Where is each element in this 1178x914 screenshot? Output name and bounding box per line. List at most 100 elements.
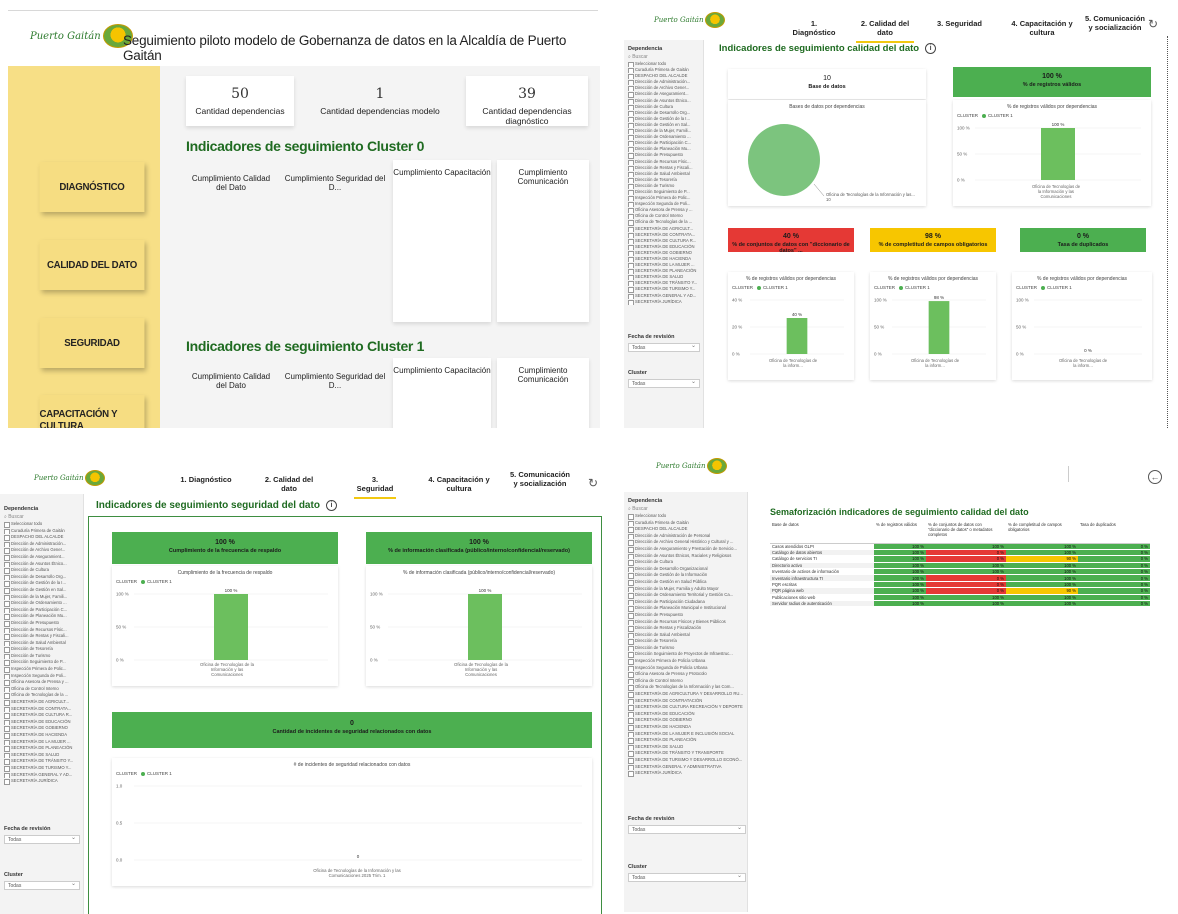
filter-list-item[interactable]: Dirección de Desarrollo Organizacional xyxy=(628,566,746,573)
nav-seguridad-button[interactable]: SEGURIDAD xyxy=(39,318,145,368)
filter-list-item[interactable]: SECRETARÍA DE LA MUJER E INCLUSIÓN SOCIA… xyxy=(628,731,746,738)
tab-comunicacion[interactable]: 5. Comunicación y socialización xyxy=(508,470,572,488)
filter-list-item[interactable]: Dirección de Cultura xyxy=(4,567,80,574)
column-header[interactable]: Tasa de duplicados xyxy=(1078,521,1150,544)
filter-list-item[interactable]: DESPACHO DEL ALCALDE xyxy=(4,534,80,541)
filter-search-input[interactable]: ⌕ Buscar xyxy=(628,54,648,60)
filter-list-item[interactable]: Oficina Asesora de Prensa y ... xyxy=(4,679,80,686)
filter-list-item[interactable]: Dirección de Presupuesto xyxy=(628,612,746,619)
info-icon[interactable]: i xyxy=(325,500,337,511)
filter-list-item[interactable]: Dirección Seguimiento de P... xyxy=(4,659,80,667)
filter-list-item[interactable]: SECRETARÍA JURÍDICA xyxy=(4,778,80,785)
filter-list-item[interactable]: Dirección de Tesorería xyxy=(4,646,80,653)
filter-list-item[interactable]: Dirección de Participación Ciudadana xyxy=(628,599,746,606)
filter-list-item[interactable]: Dirección Seguimiento de Proyectos de In… xyxy=(628,651,746,659)
filter-cluster-select[interactable]: Todas xyxy=(628,872,746,882)
filter-list-item[interactable]: Oficina Asesora de Prensa y Protocolo xyxy=(628,671,746,678)
filter-list-item[interactable]: Dirección de Asuntos Étnico... xyxy=(4,561,80,568)
tab-seguridad[interactable]: 3. Seguridad xyxy=(354,475,396,499)
filter-list-item[interactable]: SECRETARÍA DE TRÁNSITO Y TRANSPORTE xyxy=(628,750,746,757)
filter-fecha-select[interactable]: Todas xyxy=(628,342,700,352)
filter-list-item[interactable]: SECRETARÍA DE PLANEACIÓN xyxy=(4,745,80,752)
filter-list-item[interactable]: SECRETARÍA DE EDUCACIÓN xyxy=(628,711,746,718)
filter-list-item[interactable]: Dirección de Turismo xyxy=(4,653,80,660)
filter-list-item[interactable]: Dirección de Ordenamiento ... xyxy=(4,600,80,607)
filter-list-item[interactable]: Dirección de Gestión de la I... xyxy=(4,580,80,587)
filter-list-item[interactable]: SECRETARÍA DE AGRICULT... xyxy=(4,699,80,706)
refresh-icon[interactable]: ↻ xyxy=(588,476,598,490)
column-header[interactable]: % de completitud de campos obligatorios xyxy=(1006,521,1078,544)
filter-list-item[interactable]: Dirección de la Mujer, Famili... xyxy=(4,594,80,601)
filter-list-item[interactable]: Dirección de Aseguramient... xyxy=(4,554,80,561)
filter-list-item[interactable]: SECRETARÍA GENERAL Y AD... xyxy=(4,772,80,779)
tab-comunicacion[interactable]: 5. Comunicación y socialización xyxy=(1085,14,1145,32)
filter-list-item[interactable]: Inspección Primera de Policía Urbana xyxy=(628,658,746,665)
filter-list-item[interactable]: SECRETARÍA DE GOBIERNO xyxy=(628,717,746,724)
filter-cluster-select[interactable]: Todas xyxy=(4,880,80,890)
filter-list-item[interactable]: Dirección de Gestión en Salud Pública xyxy=(628,579,746,586)
filter-list-item[interactable]: Dirección de Rentas y Fiscalización xyxy=(628,625,746,632)
filter-list[interactable]: Seleccionar todo Curaduría Primera de Gai… xyxy=(628,513,746,777)
filter-list-item[interactable]: Dirección de Rentas y Fiscali... xyxy=(4,633,80,640)
filter-list-item[interactable]: Dirección de Tesorería xyxy=(628,638,746,645)
filter-list-item[interactable]: Dirección de Desarrollo Org... xyxy=(4,574,80,581)
filter-list-item[interactable]: Dirección de Administración de Personal xyxy=(628,533,746,540)
filter-list[interactable]: Seleccionar todo Curaduría Primera de Gai… xyxy=(4,521,80,785)
filter-list-item[interactable]: Dirección de Salud Ambiental xyxy=(628,632,746,639)
filter-list-item[interactable]: SECRETARÍA DE AGRICULTURA Y DESARROLLO R… xyxy=(628,691,746,698)
filter-list-item[interactable]: Dirección de Planeación Mu... xyxy=(4,613,80,620)
filter-list-item[interactable]: SECRETARÍA DE TRÁNSITO Y... xyxy=(4,758,80,765)
refresh-icon[interactable]: ↻ xyxy=(1148,17,1158,31)
filter-list-item[interactable]: SECRETARÍA DE GOBIERNO xyxy=(4,725,80,732)
back-arrow-icon[interactable]: ← xyxy=(1148,470,1162,484)
filter-list-item[interactable]: SECRETARÍA DE TURISMO Y... xyxy=(4,765,80,772)
filter-fecha-select[interactable]: Todas xyxy=(4,834,80,844)
filter-list-item[interactable]: Dirección de Administración... xyxy=(4,541,80,548)
filter-list-item[interactable]: SECRETARÍA JURÍDICA xyxy=(628,770,746,777)
nav-calidad-button[interactable]: CALIDAD DEL DATO xyxy=(39,240,145,290)
table-row[interactable]: Servidor radius de autenticación 100 % 100… xyxy=(770,600,1150,608)
filter-list-item[interactable]: Dirección de Cultura xyxy=(628,559,746,566)
filter-list-item[interactable]: Oficina de Control Interno xyxy=(4,686,80,693)
filter-list-item[interactable]: Dirección de Gestión de la Información xyxy=(628,572,746,579)
filter-list-item[interactable]: Seleccionar todo xyxy=(4,521,80,528)
tab-diagnostico[interactable]: 1. Diagnóstico xyxy=(178,475,234,484)
filter-list-item[interactable]: Oficina de Tecnologías de la Información… xyxy=(628,684,746,692)
filter-fecha-select[interactable]: Todas xyxy=(628,824,746,834)
filter-list-item[interactable]: Dirección de Archivo General Histórico y… xyxy=(628,539,746,546)
filter-list-item[interactable]: Dirección de Aseguramiento y Prestación … xyxy=(628,546,746,553)
filter-list[interactable]: Seleccionar todo Curaduría Primera de Gai… xyxy=(628,61,700,305)
filter-list-item[interactable]: SECRETARÍA JURÍDICA xyxy=(628,299,700,305)
filter-list-item[interactable]: Dirección de Recursos Físicos y Bienes P… xyxy=(628,619,746,626)
column-header[interactable]: % de registros válidos xyxy=(874,521,926,544)
filter-list-item[interactable]: SECRETARÍA DE SALUD xyxy=(628,744,746,751)
filter-cluster-select[interactable]: Todas xyxy=(628,378,700,388)
filter-list-item[interactable]: Dirección de Gestión en Sal... xyxy=(4,587,80,594)
filter-list-item[interactable]: Dirección de Planeación Municipal e Inst… xyxy=(628,605,746,612)
filter-list-item[interactable]: SECRETARÍA DE CULTURA R... xyxy=(4,712,80,719)
filter-list-item[interactable]: Inspección Segunda de Poli... xyxy=(4,673,80,680)
filter-list-item[interactable]: SECRETARÍA DE HACIENDA xyxy=(4,732,80,739)
filter-list-item[interactable]: Inspección Segunda de Policía Urbana xyxy=(628,665,746,672)
filter-list-item[interactable]: SECRETARÍA DE EDUCACIÓN xyxy=(4,719,80,726)
filter-list-item[interactable]: SECRETARÍA DE CULTURA RECREACIÓN Y DEPOR… xyxy=(628,704,746,711)
filter-list-item[interactable]: Dirección de Archivo Gener... xyxy=(4,547,80,554)
filter-list-item[interactable]: SECRETARÍA GENERAL Y ADMINISTRATIVA xyxy=(628,764,746,771)
tab-seguridad[interactable]: 3. Seguridad xyxy=(937,19,982,28)
filter-list-item[interactable]: SECRETARÍA DE SALUD xyxy=(4,752,80,759)
filter-list-item[interactable]: SECRETARÍA DE CONTRATA... xyxy=(4,706,80,713)
filter-list-item[interactable]: Dirección de Turismo xyxy=(628,645,746,652)
tab-calidad[interactable]: 2. Calidad del dato xyxy=(258,475,320,493)
filter-list-item[interactable]: Curaduría Primera de Gaitán xyxy=(4,528,80,535)
filter-list-item[interactable]: Dirección de Salud Ambiental xyxy=(4,640,80,647)
filter-list-item[interactable]: Dirección de Participación C... xyxy=(4,607,80,614)
filter-list-item[interactable]: Dirección de Asuntos Étnicos, Raciales y… xyxy=(628,553,746,560)
filter-search-input[interactable]: ⌕ Buscar xyxy=(628,506,648,512)
nav-diagnostico-button[interactable]: DIAGNÓSTICO xyxy=(39,162,145,212)
filter-search-input[interactable]: ⌕ Buscar xyxy=(4,514,24,520)
tab-calidad[interactable]: 2. Calidad del dato xyxy=(856,19,914,43)
tab-capacitacion[interactable]: 4. Capacitación y cultura xyxy=(1001,19,1083,37)
filter-list-item[interactable]: SECRETARÍA DE LA MUJER ... xyxy=(4,739,80,746)
filter-list-item[interactable]: Dirección de Recursos Físic... xyxy=(4,627,80,634)
filter-list-item[interactable]: Dirección de Presupuesto xyxy=(4,620,80,627)
